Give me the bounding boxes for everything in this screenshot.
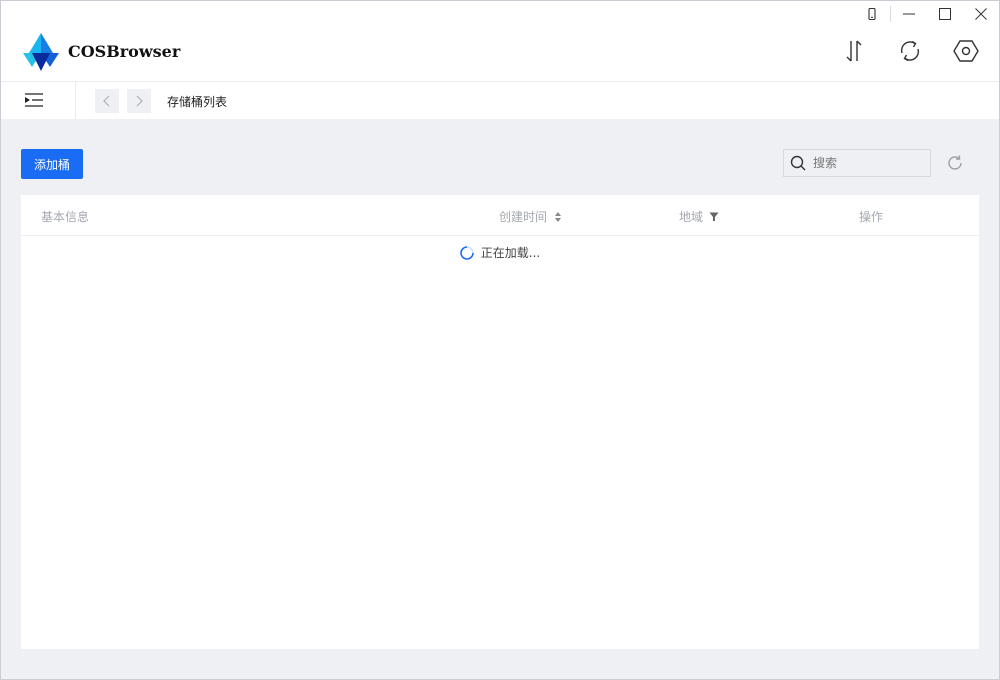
- main-content: 添加桶 基本信息 创建时间: [1, 119, 999, 679]
- column-header-region-label: 地域: [679, 210, 704, 224]
- refresh-icon[interactable]: [946, 154, 964, 172]
- menu-toggle-icon[interactable]: [23, 92, 43, 108]
- column-header-actions: 操作: [859, 208, 883, 225]
- sort-icon[interactable]: [553, 211, 563, 223]
- header-actions: [841, 38, 979, 64]
- back-button[interactable]: [95, 89, 119, 113]
- filter-icon[interactable]: [709, 211, 719, 223]
- add-bucket-button[interactable]: 添加桶: [21, 149, 83, 179]
- app-logo-icon: [21, 31, 61, 73]
- chevron-right-icon: [136, 95, 143, 107]
- nav-bar: 存储桶列表: [1, 82, 999, 119]
- loading-text: 正在加载...: [480, 246, 541, 260]
- search-box: [783, 149, 931, 177]
- settings-hex-icon[interactable]: [953, 38, 979, 64]
- nav-divider: [75, 82, 76, 119]
- loading-indicator: 正在加载...: [21, 244, 979, 261]
- sync-icon[interactable]: [897, 38, 923, 64]
- column-header-actions-label: 操作: [859, 210, 884, 224]
- spinner-icon: [460, 245, 474, 260]
- forward-button[interactable]: [127, 89, 151, 113]
- column-header-created[interactable]: 创建时间: [499, 208, 563, 225]
- chevron-left-icon: [103, 95, 110, 107]
- transfer-icon[interactable]: [841, 38, 867, 64]
- search-icon: [790, 155, 806, 171]
- app-window: COSBrowser 存储桶列表 添加桶 搜索 基本信息 创建时间 地域 操作 …: [0, 0, 1000, 680]
- column-header-created-label: 创建时间: [499, 210, 548, 224]
- search-input[interactable]: [811, 155, 925, 171]
- app-header: COSBrowser: [1, 1, 999, 82]
- column-header-info: 基本信息: [41, 208, 89, 225]
- bucket-table: 基本信息 创建时间 地域 操作 正在加载...: [21, 195, 979, 649]
- app-title: COSBrowser: [68, 42, 181, 61]
- column-header-region[interactable]: 地域: [679, 208, 719, 225]
- breadcrumb: 存储桶列表: [167, 95, 228, 109]
- column-header-info-label: 基本信息: [41, 210, 90, 224]
- table-header: 基本信息 创建时间 地域 操作: [21, 195, 979, 236]
